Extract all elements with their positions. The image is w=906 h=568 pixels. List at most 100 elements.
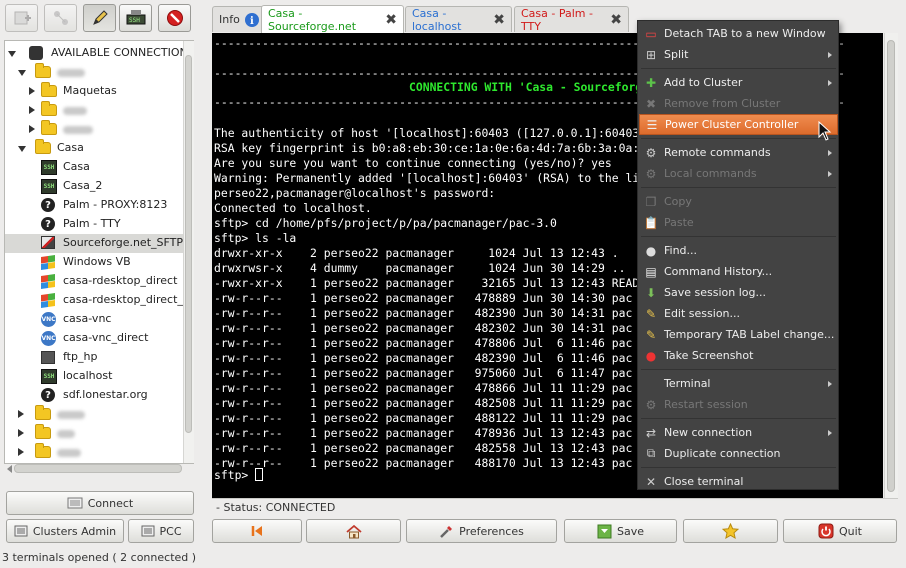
pcc-button[interactable]: PCC <box>128 519 194 543</box>
tree-connection-row[interactable]: SSH Casa <box>5 158 183 177</box>
tree-item-label: casa-rdesktop_direct <box>63 274 178 287</box>
menu-item-add-to-cluster[interactable]: ✚ Add to Cluster <box>639 72 838 93</box>
tree-connection-row[interactable]: AVAILABLE CONNECTIONS <box>5 44 193 63</box>
tree-folder-row[interactable] <box>5 443 183 462</box>
close-icon: ✕ <box>645 474 657 489</box>
clusters-admin-button[interactable]: Clusters Admin <box>6 519 124 543</box>
tab-casa-sourceforge[interactable]: Casa - Sourceforge.net ✖ <box>261 5 404 33</box>
tab-info-label: Info <box>219 13 240 26</box>
tree-item-label: Maquetas <box>63 84 117 97</box>
terminal-line: Are you sure you want to continue connec… <box>214 156 612 170</box>
menu-item-label: Split <box>664 48 689 61</box>
preferences-label: Preferences <box>459 524 524 538</box>
tree-folder-row[interactable] <box>5 63 183 82</box>
menu-item-edit-session[interactable]: ✎ Edit session... <box>639 303 838 324</box>
terminal-line: RSA key fingerprint is b0:a8:eb:30:ce:1a… <box>214 141 640 155</box>
favourite-button[interactable] <box>683 519 778 543</box>
clone-button[interactable]: SSH <box>119 4 152 32</box>
tree-connection-row[interactable]: Windows VB <box>5 253 183 272</box>
menu-item-label: Save session log... <box>664 286 766 299</box>
tree-connection-row[interactable]: SSH Casa_2 <box>5 177 183 196</box>
folder-icon <box>35 139 51 154</box>
menu-item-command-history[interactable]: ▤ Command History... <box>639 261 838 282</box>
menu-item-detach-tab-to-a-new-window[interactable]: ▭ Detach TAB to a new Window <box>639 23 838 44</box>
tree-scrollbar-thumb[interactable] <box>185 55 192 433</box>
tree-connection-row[interactable]: VNC casa-vnc <box>5 310 183 329</box>
tree-folder-row[interactable]: Casa <box>5 139 183 158</box>
tab-casa-palm-tty[interactable]: Casa - Palm - TTY ✖ <box>514 6 629 33</box>
screenshot-icon: ● <box>645 348 657 363</box>
connection-status: - Status: CONNECTED <box>212 498 898 515</box>
tree-folder-row[interactable] <box>5 101 183 120</box>
tab-info[interactable]: Info i <box>212 6 267 32</box>
connections-tree[interactable]: AVAILABLE CONNECTIONS Maquetas Casa SSH Casa… <box>4 40 194 464</box>
menu-item-close-terminal[interactable]: ✕ Close terminal <box>639 471 838 492</box>
tree-connection-row[interactable]: ftp_hp <box>5 348 183 367</box>
edit-button[interactable] <box>83 4 116 32</box>
menu-item-power-cluster-controller[interactable]: ☰ Power Cluster Controller <box>639 114 838 135</box>
connect-button[interactable]: Connect <box>6 491 194 515</box>
expander-closed-icon[interactable] <box>18 448 24 456</box>
expander-closed-icon[interactable] <box>29 106 35 114</box>
menu-item-terminal[interactable]: Terminal <box>639 373 838 394</box>
menu-separator <box>641 236 836 237</box>
tree-folder-row[interactable]: Maquetas <box>5 82 183 101</box>
tree-folder-row[interactable] <box>5 424 183 443</box>
add-group-button[interactable] <box>5 4 38 32</box>
tab-casa-palm-tty-label: Casa - Palm - TTY <box>521 6 593 33</box>
folder-icon <box>35 405 51 420</box>
tree-horizontal-scrollbar[interactable] <box>5 464 183 473</box>
tree-connection-row[interactable]: Sourceforge.net_SFTP <box>5 234 183 253</box>
menu-item-duplicate-connection[interactable]: ⧉ Duplicate connection <box>639 443 838 464</box>
delete-button[interactable] <box>158 4 191 32</box>
folder-icon <box>41 120 57 135</box>
close-tab-icon[interactable]: ✖ <box>493 13 505 27</box>
tree-folder-row[interactable] <box>5 405 183 424</box>
preferences-button[interactable]: Preferences <box>406 519 557 543</box>
expander-open-icon[interactable] <box>18 146 26 152</box>
expander-closed-icon[interactable] <box>18 410 24 418</box>
close-tab-icon[interactable]: ✖ <box>610 13 622 27</box>
expander-closed-icon[interactable] <box>18 429 24 437</box>
delete-icon <box>166 10 183 26</box>
add-connection-button[interactable] <box>44 4 77 32</box>
tree-connection-row[interactable]: casa-rdesktop_direct_19 <box>5 291 193 310</box>
home-button[interactable] <box>306 519 401 543</box>
terminal-scrollbar-thumb[interactable] <box>887 40 895 492</box>
save-button[interactable]: Save <box>564 519 677 543</box>
terminal-line: -rw-r--r-- 1 perseo22 pacmanager 488170 … <box>214 456 633 470</box>
expander-closed-icon[interactable] <box>29 125 35 133</box>
menu-item-find[interactable]: ● Find... <box>639 240 838 261</box>
menu-item-save-session-log[interactable]: ⬇ Save session log... <box>639 282 838 303</box>
menu-item-split[interactable]: ⊞ Split <box>639 44 838 65</box>
expander-open-icon[interactable] <box>18 70 26 76</box>
menu-item-remote-commands[interactable]: ⚙ Remote commands <box>639 142 838 163</box>
tree-connection-row[interactable]: ? sdf.lonestar.org <box>5 386 183 405</box>
tree-folder-row[interactable] <box>5 120 183 139</box>
tree-connection-row[interactable]: SSH localhost <box>5 367 183 386</box>
menu-item-label: Remove from Cluster <box>664 97 781 110</box>
status-bar: 3 terminals opened ( 2 connected ) <box>2 551 197 564</box>
tree-item-label: localhost <box>63 369 113 382</box>
history-icon: ▤ <box>645 264 657 279</box>
star-icon <box>722 523 739 539</box>
root-icon <box>29 46 43 60</box>
tree-connection-row[interactable]: ? Palm - PROXY:8123 <box>5 196 183 215</box>
menu-item-take-screenshot[interactable]: ● Take Screenshot <box>639 345 838 366</box>
menu-item-temporary-tab-label-change[interactable]: ✎ Temporary TAB Label change... <box>639 324 838 345</box>
terminal-line: -rwxr-xr-x 1 perseo22 pacmanager 32165 J… <box>214 276 653 290</box>
tree-connection-row[interactable]: casa-rdesktop_direct <box>5 272 183 291</box>
tab-casa-localhost[interactable]: Casa - localhost ✖ <box>405 6 512 33</box>
terminal-prompt-line: sftp> <box>214 468 264 483</box>
first-tab-button[interactable] <box>212 519 302 543</box>
tree-connection-row[interactable]: VNC casa-vnc_direct <box>5 329 183 348</box>
menu-separator <box>641 369 836 370</box>
quit-button[interactable]: Quit <box>783 519 897 543</box>
close-tab-icon[interactable]: ✖ <box>385 13 397 27</box>
tree-connection-row[interactable]: ? Palm - TTY <box>5 215 183 234</box>
redacted-label <box>63 107 87 115</box>
terminal-line: drwxrwsr-x 4 dummy pacmanager 1024 Jun 3… <box>214 261 626 275</box>
expander-open-icon[interactable] <box>8 51 16 57</box>
expander-closed-icon[interactable] <box>29 87 35 95</box>
menu-item-new-connection[interactable]: ⇄ New connection <box>639 422 838 443</box>
